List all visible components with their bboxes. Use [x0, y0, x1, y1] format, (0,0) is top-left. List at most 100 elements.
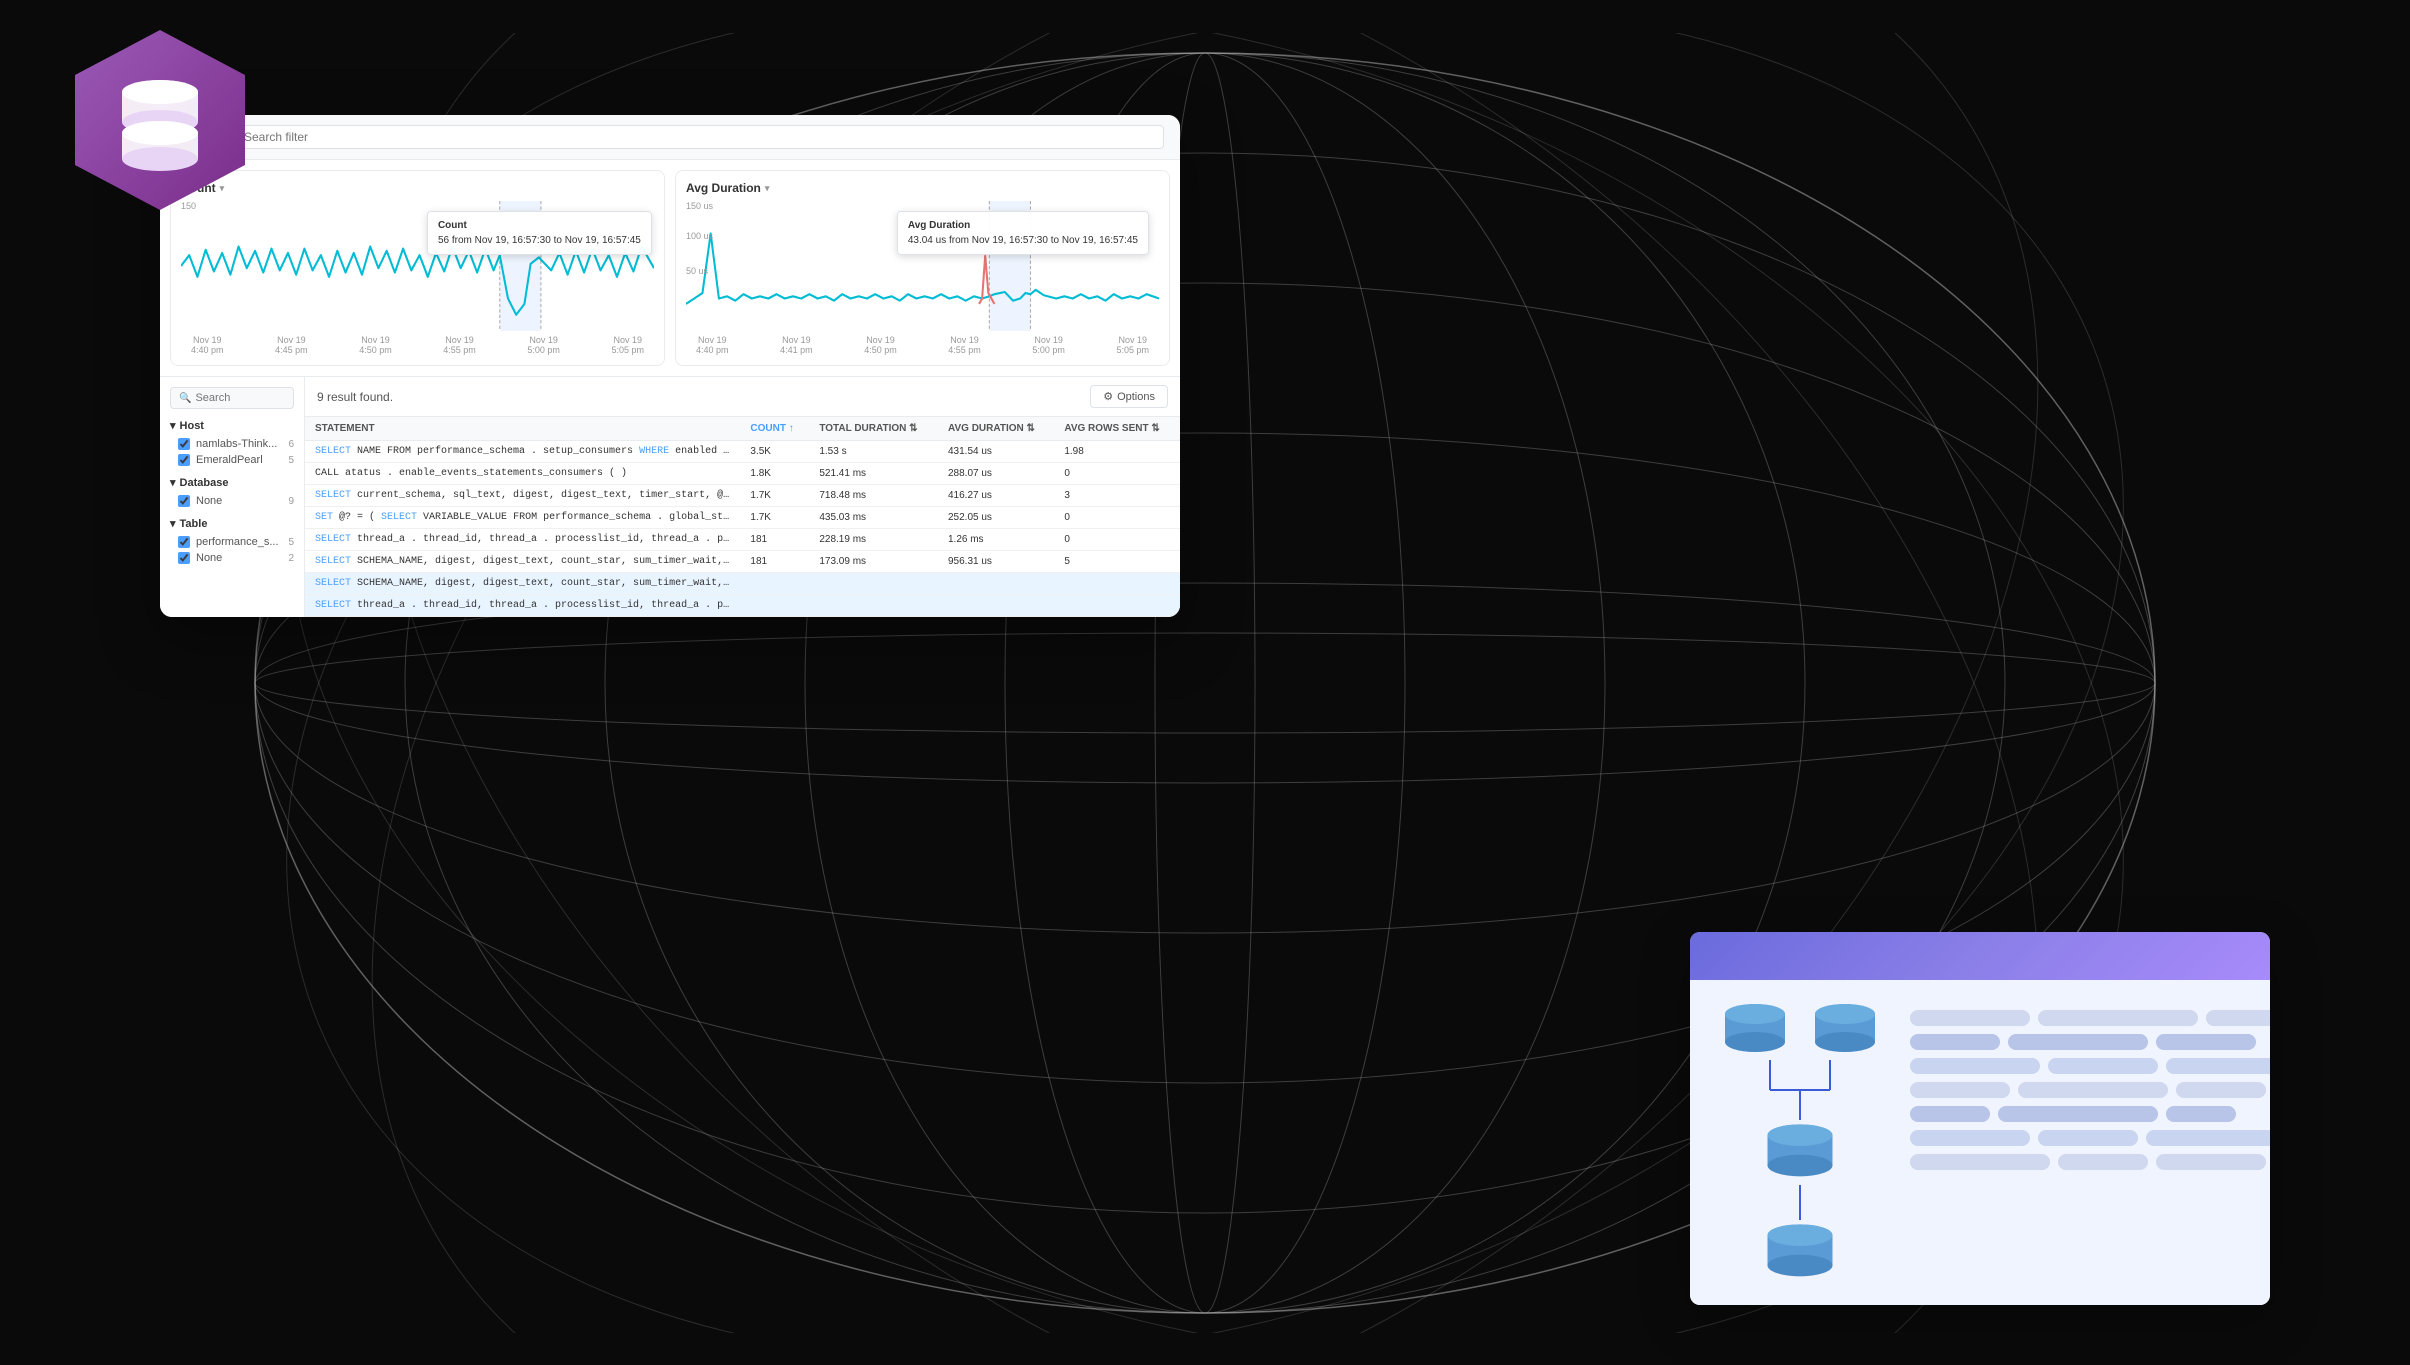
placeholder-bar — [1910, 1106, 1990, 1122]
col-count[interactable]: COUNT ↑ — [740, 417, 809, 441]
table-name-1: None — [196, 552, 222, 564]
main-panel: ▾ 🔍 Count ▾ 150 Count 56 from Nov 19, 16… — [160, 115, 1180, 617]
duration-tooltip: Avg Duration 43.04 us from Nov 19, 16:57… — [897, 211, 1149, 255]
host-checkbox-0[interactable] — [178, 438, 190, 450]
placeholder-bar — [2166, 1058, 2270, 1074]
host-filter-title[interactable]: ▾ Host — [170, 419, 294, 432]
table-header-bar: 9 result found. ⚙ Options — [305, 377, 1180, 417]
placeholder-bar — [2058, 1154, 2148, 1170]
hex-icon — [60, 20, 260, 220]
database-count-0: 9 — [288, 496, 294, 507]
placeholder-bar — [1910, 1154, 2050, 1170]
placeholder-bar — [2156, 1154, 2266, 1170]
count-x-labels: Nov 194:40 pm Nov 194:45 pm Nov 194:50 p… — [181, 335, 654, 355]
top-bar: ▾ 🔍 — [160, 115, 1180, 160]
table-filter-title[interactable]: ▾ Table — [170, 517, 294, 530]
col-avg-rows-sent[interactable]: AVG ROWS SENT ⇅ — [1054, 417, 1180, 441]
filter-search-icon: 🔍 — [179, 393, 191, 404]
placeholder-bar — [1910, 1034, 2000, 1050]
table-row[interactable]: SELECT thread_a . thread_id, thread_a . … — [305, 529, 1180, 551]
placeholder-bar — [2018, 1082, 2168, 1098]
avg-y-low: 50 us — [686, 266, 708, 276]
col-total-duration[interactable]: TOTAL DURATION ⇅ — [809, 417, 938, 441]
gear-icon: ⚙ — [1103, 390, 1113, 403]
table-row[interactable]: SELECT thread_a . thread_id, thread_a . … — [305, 595, 1180, 617]
placeholder-bar — [1910, 1082, 2010, 1098]
filter-search-input[interactable] — [195, 392, 285, 404]
host-filter-item-0: namlabs-Think... 6 — [170, 436, 294, 452]
table-checkbox-0[interactable] — [178, 536, 190, 548]
table-filter-item-1: None 2 — [170, 550, 294, 566]
table-row[interactable]: CALL atatus . enable_events_statements_c… — [305, 463, 1180, 485]
table-count-0: 5 — [288, 537, 294, 548]
placeholder-lines — [1910, 1000, 2270, 1285]
filter-search: 🔍 — [170, 387, 294, 409]
database-filter-group: ▾ Database None 9 — [170, 476, 294, 509]
table-row[interactable]: SELECT NAME FROM performance_schema . se… — [305, 441, 1180, 463]
database-checkbox-0[interactable] — [178, 495, 190, 507]
placeholder-bar — [1910, 1130, 2030, 1146]
table-row[interactable]: SET @? = ( SELECT VARIABLE_VALUE FROM pe… — [305, 507, 1180, 529]
placeholder-bar — [2146, 1130, 2270, 1146]
row-count: 3.5K — [740, 441, 809, 463]
table-name-0: performance_s... — [196, 536, 279, 548]
avg-x-labels: Nov 194:40 pm Nov 194:41 pm Nov 194:50 p… — [686, 335, 1159, 355]
db-connector-bottom — [1795, 1185, 1805, 1220]
search-filter-input[interactable] — [244, 130, 1153, 144]
second-panel-body — [1690, 980, 2270, 1305]
placeholder-bar — [2008, 1034, 2148, 1050]
db-icon-4 — [1760, 1220, 1840, 1285]
placeholder-row — [1910, 1106, 2270, 1122]
data-table: STATEMENT COUNT ↑ TOTAL DURATION ⇅ AVG D… — [305, 417, 1180, 617]
placeholder-row — [1910, 1130, 2270, 1146]
avg-duration-chart: Avg Duration ▾ 150 us 100 us 50 us Avg D… — [675, 170, 1170, 366]
db-icon-2 — [1810, 1000, 1880, 1060]
placeholder-row — [1910, 1082, 2270, 1098]
placeholder-bar — [1910, 1058, 2040, 1074]
host-checkbox-1[interactable] — [178, 454, 190, 466]
placeholder-bar — [2038, 1010, 2198, 1026]
placeholder-bar — [2166, 1106, 2236, 1122]
charts-row: Count ▾ 150 Count 56 from Nov 19, 16:57:… — [160, 160, 1180, 376]
placeholder-bar — [2206, 1010, 2270, 1026]
table-checkbox-1[interactable] — [178, 552, 190, 564]
avg-duration-chart-title: Avg Duration ▾ — [686, 181, 1159, 195]
table-collapse-icon: ▾ — [170, 517, 176, 530]
row-avg-rows: 1.98 — [1054, 441, 1180, 463]
host-filter-group: ▾ Host namlabs-Think... 6 EmeraldPearl 5 — [170, 419, 294, 468]
database-filter-item-0: None 9 — [170, 493, 294, 509]
db-icon-1 — [1720, 1000, 1790, 1060]
database-filter-title[interactable]: ▾ Database — [170, 476, 294, 489]
options-label: Options — [1117, 391, 1155, 403]
host-filter-item-1: EmeraldPearl 5 — [170, 452, 294, 468]
col-avg-duration[interactable]: AVG DURATION ⇅ — [938, 417, 1054, 441]
placeholder-row — [1910, 1034, 2270, 1050]
table-body: SELECT NAME FROM performance_schema . se… — [305, 441, 1180, 617]
avg-y-mid: 100 us — [686, 231, 713, 241]
col-statement[interactable]: STATEMENT — [305, 417, 740, 441]
placeholder-bar — [2038, 1130, 2138, 1146]
table-row[interactable]: SELECT SCHEMA_NAME, digest, digest_text,… — [305, 551, 1180, 573]
table-filter-item-0: performance_s... 5 — [170, 534, 294, 550]
table-head: STATEMENT COUNT ↑ TOTAL DURATION ⇅ AVG D… — [305, 417, 1180, 441]
avg-duration-chevron: ▾ — [765, 183, 770, 194]
table-header-row: STATEMENT COUNT ↑ TOTAL DURATION ⇅ AVG D… — [305, 417, 1180, 441]
placeholder-bar — [1910, 1010, 2030, 1026]
search-bar: 🔍 — [212, 125, 1164, 149]
database-collapse-icon: ▾ — [170, 476, 176, 489]
table-row[interactable]: SELECT current_schema, sql_text, digest,… — [305, 485, 1180, 507]
host-count-1: 5 — [288, 455, 294, 466]
content-area: 🔍 ▾ Host namlabs-Think... 6 EmeraldPearl — [160, 376, 1180, 617]
results-count: 9 result found. — [317, 390, 393, 404]
app-logo — [60, 20, 280, 240]
host-name-0: namlabs-Think... — [196, 438, 277, 450]
db-icon-3 — [1760, 1120, 1840, 1185]
placeholder-row — [1910, 1010, 2270, 1026]
options-button[interactable]: ⚙ Options — [1090, 385, 1168, 408]
table-row[interactable]: SELECT SCHEMA_NAME, digest, digest_text,… — [305, 573, 1180, 595]
placeholder-bar — [2048, 1058, 2158, 1074]
second-panel-header — [1690, 932, 2270, 980]
second-panel — [1690, 932, 2270, 1305]
host-name-1: EmeraldPearl — [196, 454, 263, 466]
placeholder-row — [1910, 1154, 2270, 1170]
